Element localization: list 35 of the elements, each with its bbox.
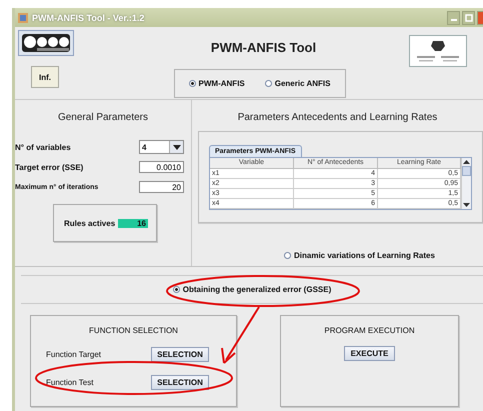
mode-radio[interactable]: Generic ANFIS bbox=[264, 79, 330, 88]
annotation-arrow bbox=[221, 306, 260, 364]
license-logo bbox=[18, 30, 74, 56]
scroll-down-icon bbox=[462, 201, 471, 209]
university-logo bbox=[409, 35, 467, 67]
field-label: N° of variables bbox=[15, 142, 71, 152]
panel-title: General Parameters bbox=[56, 112, 150, 123]
selection-button[interactable]: SELECTION bbox=[151, 346, 209, 362]
function-label: Function Test bbox=[46, 378, 94, 386]
rules-count: 16 bbox=[118, 218, 148, 228]
iterations-field[interactable]: 20 bbox=[139, 181, 184, 193]
panel-title: Parameters Antecedents and Learning Rates bbox=[236, 112, 438, 123]
selection-button[interactable]: SELECTION bbox=[151, 374, 209, 390]
window-title: PWM-ANFIS Tool - Ver.:1.2 bbox=[32, 12, 144, 22]
info-button[interactable]: Inf. bbox=[31, 66, 59, 88]
panel-title: PROGRAM EXECUTION bbox=[324, 326, 415, 335]
maximize-button[interactable] bbox=[462, 10, 475, 24]
mode-radio[interactable]: PWM-ANFIS bbox=[188, 79, 245, 88]
scrollbar[interactable] bbox=[461, 158, 471, 209]
app-icon bbox=[18, 12, 28, 22]
scroll-up-icon bbox=[462, 158, 471, 166]
app-title: PWM-ANFIS Tool bbox=[210, 40, 316, 55]
rules-label: Rules actives bbox=[64, 218, 116, 228]
variables-dropdown[interactable]: 4 bbox=[139, 140, 184, 154]
target-error-field[interactable]: 0.0010 bbox=[139, 161, 184, 173]
gsse-radio[interactable]: Obtaining the generalized error (GSSE) bbox=[172, 285, 332, 294]
function-label: Function Target bbox=[46, 350, 102, 358]
field-label: Target error (SSE) bbox=[15, 162, 84, 172]
close-button[interactable] bbox=[477, 10, 483, 24]
dynamic-rates-radio[interactable]: Dinamic variations of Learning Rates bbox=[284, 251, 483, 260]
maximize-icon bbox=[464, 14, 472, 22]
dropdown-arrow-icon bbox=[172, 144, 180, 150]
minimize-button[interactable] bbox=[447, 10, 460, 24]
execute-button[interactable]: EXECUTE bbox=[344, 346, 395, 361]
panel-title: FUNCTION SELECTION bbox=[88, 326, 179, 335]
